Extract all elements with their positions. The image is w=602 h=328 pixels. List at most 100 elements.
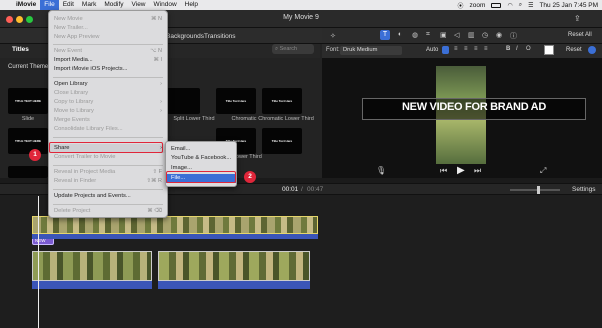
title-thumb[interactable]	[8, 166, 48, 178]
volume-icon[interactable]: ◁	[454, 31, 459, 39]
bold-icon[interactable]: B	[506, 46, 510, 52]
menu-item-label: Import iMovie iOS Projects...	[54, 66, 128, 72]
noise-reduction-icon[interactable]: ▥	[468, 31, 475, 39]
menu-item-label: Consolidate Library Files...	[54, 126, 123, 132]
justify-icon[interactable]: ≡	[484, 46, 488, 52]
info-icon[interactable]: ⓘ	[510, 31, 517, 41]
italic-icon[interactable]: I	[516, 46, 518, 52]
zoom-slider[interactable]	[510, 189, 560, 191]
menu-item-label: Close Library	[54, 90, 89, 96]
menu-help[interactable]: Help	[181, 0, 202, 10]
control-center-icon[interactable]: ☰	[528, 2, 533, 9]
share-youtube-facebook[interactable]: YouTube & Facebook...	[166, 154, 236, 163]
align-center-icon[interactable]: ≡	[464, 46, 468, 52]
submenu-chevron-icon: ›	[160, 108, 162, 114]
step-badge-2: 2	[244, 171, 256, 183]
share-highlight	[49, 142, 163, 153]
battery-icon[interactable]	[491, 2, 502, 8]
menu-item-convert-trailer: Convert Trailer to Movie	[49, 153, 167, 162]
title-thumb[interactable]: Title Text Here	[216, 88, 256, 114]
menu-modify[interactable]: Modify	[100, 0, 127, 10]
timeline-settings-button[interactable]: Settings	[572, 186, 596, 193]
menu-app-name[interactable]: iMovie	[12, 0, 40, 10]
menu-item-consolidate: Consolidate Library Files...	[49, 125, 167, 134]
font-size-chevron-icon[interactable]	[442, 46, 449, 54]
menu-edit[interactable]: Edit	[59, 0, 78, 10]
screen-record-icon[interactable]: ⦿	[458, 1, 464, 10]
align-left-icon[interactable]: ≡	[454, 46, 458, 52]
done-checkmark-icon[interactable]	[588, 46, 596, 54]
menu-item-close-library: Close Library	[49, 89, 167, 98]
color-correction-icon[interactable]: ◍	[412, 31, 418, 39]
align-right-icon[interactable]: ≡	[474, 46, 478, 52]
menu-item-new-app-preview: New App Preview	[49, 33, 167, 42]
title-thumb[interactable]: Title Text Here	[262, 128, 302, 154]
menu-view[interactable]: View	[128, 0, 150, 10]
menu-file[interactable]: File	[40, 0, 59, 10]
text-color-swatch[interactable]	[544, 45, 554, 55]
menu-item-label: Reveal in Finder	[54, 178, 97, 184]
main-video-clip-1[interactable]	[32, 251, 152, 281]
menu-item-new-trailer: New Trailer...	[49, 24, 167, 33]
share-icon[interactable]: ⇪	[574, 14, 581, 23]
crop-icon[interactable]: ⌗	[426, 31, 430, 39]
menu-window[interactable]: Window	[150, 0, 181, 10]
title-overlay-text: NEW VIDEO FOR BRAND AD	[402, 101, 546, 113]
menu-item-label: New Event	[54, 48, 83, 54]
font-size-select[interactable]: Auto	[426, 47, 438, 53]
search-icon[interactable]: ⌕	[519, 2, 522, 9]
title-thumb-slide[interactable]: TITLE TEXT HERE	[8, 88, 48, 114]
upper-video-clip[interactable]	[32, 216, 318, 234]
thumb-text: TITLE TEXT HERE	[14, 139, 41, 143]
timecode-total: 00:47	[307, 186, 324, 193]
clock[interactable]: Thu 25 Jan 7:45 PM	[539, 2, 598, 9]
menu-item-label: Delete Project	[54, 208, 91, 214]
timecode-separator: /	[301, 186, 303, 193]
thumb-text: TITLE TEXT HERE	[14, 99, 41, 103]
magic-wand-icon[interactable]: ✧	[330, 32, 336, 40]
menu-item-import-media[interactable]: Import Media... ⌘ I	[49, 56, 167, 65]
menu-mark[interactable]: Mark	[78, 0, 100, 10]
zoom-status-icon[interactable]: zoom	[470, 2, 486, 9]
title-thumb-chromatic[interactable]: Title Text Here	[262, 88, 302, 114]
menu-item-label: Open Library	[54, 81, 88, 87]
play-icon[interactable]: ▶	[457, 165, 465, 176]
title-thumb[interactable]: TITLE TEXT HERE	[8, 128, 48, 154]
menu-item-new-movie: New Movie ⌘ N	[49, 15, 167, 24]
color-balance-icon[interactable]: ◐	[398, 31, 402, 38]
zoom-slider-thumb[interactable]	[537, 186, 540, 194]
menu-item-label: Copy to Library	[54, 99, 94, 105]
microphone-icon[interactable]: 🎙︎	[376, 166, 386, 175]
tab-backgrounds[interactable]: Backgrounds	[166, 33, 204, 40]
playhead[interactable]	[38, 196, 39, 328]
menu-item-import-ios[interactable]: Import iMovie iOS Projects...	[49, 65, 167, 74]
menu-item-label: Import Media...	[54, 57, 93, 63]
menu-separator	[53, 137, 163, 138]
main-video-clip-2[interactable]	[158, 251, 310, 281]
menu-shortcut: ⇧ F	[152, 169, 163, 175]
file-menu: New Movie ⌘ N New Trailer... New App Prev…	[48, 10, 168, 218]
menu-item-label: Move to Library	[54, 108, 94, 114]
text-style-icon[interactable]: T	[380, 30, 390, 40]
font-select[interactable]: Druk Medium	[340, 46, 402, 55]
fullscreen-icon[interactable]: ⤢	[540, 166, 546, 176]
share-email[interactable]: Email...	[166, 145, 236, 154]
stabilization-icon[interactable]: ▣	[440, 31, 447, 39]
wifi-icon[interactable]: ◠	[507, 2, 512, 9]
menu-item-open-library[interactable]: Open Library ›	[49, 80, 167, 89]
skip-forward-icon[interactable]: ⏭︎	[474, 166, 481, 176]
step-badge-1: 1	[29, 149, 41, 161]
menu-item-update-projects[interactable]: Update Projects and Events...	[49, 192, 167, 201]
reset-button[interactable]: Reset	[566, 47, 582, 53]
main-audio-1	[32, 281, 152, 289]
thumb-text: Title Text Here	[271, 99, 293, 103]
speed-icon[interactable]: ◷	[482, 31, 488, 39]
main-audio-2	[158, 281, 310, 289]
reset-all-button[interactable]: Reset All	[568, 32, 592, 38]
tab-transitions[interactable]: Transitions	[204, 33, 236, 40]
clip-filter-icon[interactable]: ◉	[496, 31, 502, 39]
outline-icon[interactable]: O	[526, 46, 531, 52]
skip-back-icon[interactable]: ⏮︎	[440, 166, 447, 176]
adjust-toolbar: ✧ T ◐ ◍ ⌗ ▣ ◁ ▥ ◷ ◉ ⓘ Reset All	[322, 28, 602, 44]
search-input[interactable]: ⌕ Search	[272, 44, 314, 54]
